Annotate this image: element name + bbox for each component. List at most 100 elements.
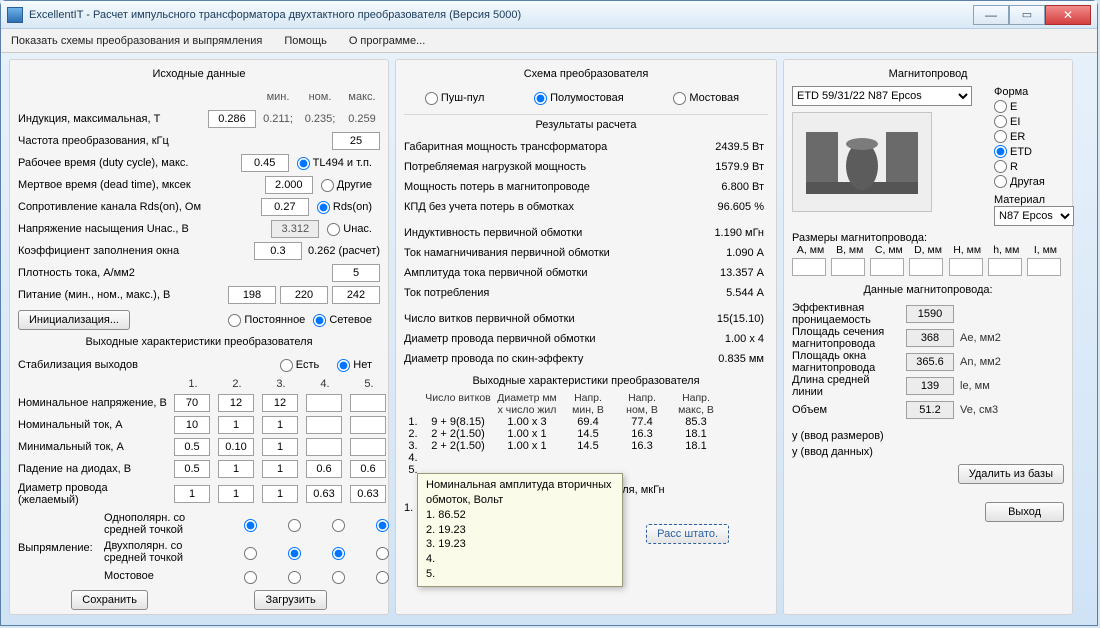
half-bridge-radio[interactable]: [534, 92, 547, 105]
imin-4[interactable]: [306, 438, 342, 456]
window-minimize-button[interactable]: [973, 5, 1009, 25]
add-by-dims[interactable]: у (ввод размеров): [792, 428, 1064, 444]
an-unit: An, мм2: [960, 356, 1001, 368]
other-chip-radio[interactable]: [321, 179, 334, 192]
res-iamp-label: Амплитуда тока первичной обмотки: [404, 267, 688, 279]
jdens-label: Плотность тока, А/мм2: [18, 267, 332, 279]
rect3-4[interactable]: [376, 571, 389, 584]
dwire-5[interactable]: [350, 485, 386, 503]
shape-r-radio[interactable]: [994, 160, 1007, 173]
shape-other-radio[interactable]: [994, 175, 1007, 188]
save-button[interactable]: Сохранить: [71, 590, 148, 610]
add-by-data[interactable]: у (ввод данных): [792, 444, 1064, 460]
delete-from-db-button[interactable]: Удалить из базы: [958, 464, 1064, 484]
tooltip-line-4: 4.: [426, 552, 614, 567]
rect3-3[interactable]: [332, 571, 345, 584]
stab-no-radio[interactable]: [337, 359, 350, 372]
vnom-5[interactable]: [350, 394, 386, 412]
stab-yes-radio[interactable]: [280, 359, 293, 372]
rect1-3[interactable]: [332, 519, 345, 532]
rect3-2[interactable]: [288, 571, 301, 584]
dim-i[interactable]: [1027, 258, 1061, 276]
freq-input[interactable]: [332, 132, 380, 150]
unas-label: Напряжение насыщения Uнас., В: [18, 223, 271, 235]
core-select[interactable]: ETD 59/31/22 N87 Epcos: [792, 86, 972, 106]
rect2-3[interactable]: [332, 547, 345, 560]
menu-about[interactable]: О программе...: [349, 35, 425, 47]
rect3-1[interactable]: [244, 571, 257, 584]
calc-hidden-button[interactable]: Расc штато.: [646, 524, 729, 544]
shape-e-radio[interactable]: [994, 100, 1007, 113]
rds-input[interactable]: [261, 198, 309, 216]
vnom-1[interactable]: [174, 394, 210, 412]
load-button[interactable]: Загрузить: [254, 590, 326, 610]
tl494-radio[interactable]: [297, 157, 310, 170]
rect2-4[interactable]: [376, 547, 389, 560]
supply-nom-input[interactable]: [280, 286, 328, 304]
shape-ei-radio[interactable]: [994, 115, 1007, 128]
vdrop-1[interactable]: [174, 460, 210, 478]
window-close-button[interactable]: [1045, 5, 1091, 25]
material-select[interactable]: N87 Epcos: [994, 206, 1074, 226]
init-button[interactable]: Инициализация...: [18, 310, 130, 330]
window-maximize-button[interactable]: [1009, 5, 1045, 25]
full-bridge-radio[interactable]: [673, 92, 686, 105]
rect2-1[interactable]: [244, 547, 257, 560]
ac-radio[interactable]: [313, 314, 326, 327]
le-unit: le, мм: [960, 380, 990, 392]
rect1-2[interactable]: [288, 519, 301, 532]
shape-er-radio[interactable]: [994, 130, 1007, 143]
le-label: Длина средней линии: [792, 374, 902, 398]
vnom-4[interactable]: [306, 394, 342, 412]
res-turns-val: 15(15.10): [688, 313, 768, 325]
rds-radio[interactable]: [317, 201, 330, 214]
dim-b[interactable]: [831, 258, 865, 276]
induction-input[interactable]: [208, 110, 256, 128]
fill-input[interactable]: [254, 242, 302, 260]
dc-radio[interactable]: [228, 314, 241, 327]
inom-4[interactable]: [306, 416, 342, 434]
inom-1[interactable]: [174, 416, 210, 434]
inom-label: Номинальный ток, А: [18, 419, 168, 431]
dim-c[interactable]: [870, 258, 904, 276]
inom-3[interactable]: [262, 416, 298, 434]
dwire-1[interactable]: [174, 485, 210, 503]
inom-5[interactable]: [350, 416, 386, 434]
menu-schemes[interactable]: Показать схемы преобразования и выпрямле…: [11, 35, 262, 47]
dead-label: Мертвое время (dead time), мксек: [18, 179, 265, 191]
jdens-input[interactable]: [332, 264, 380, 282]
vdrop-4[interactable]: [306, 460, 342, 478]
dwire-2[interactable]: [218, 485, 254, 503]
dim-d[interactable]: [909, 258, 943, 276]
vdrop-3[interactable]: [262, 460, 298, 478]
dead-input[interactable]: [265, 176, 313, 194]
imin-1[interactable]: [174, 438, 210, 456]
inom-2[interactable]: [218, 416, 254, 434]
dwire-3[interactable]: [262, 485, 298, 503]
exit-button[interactable]: Выход: [985, 502, 1064, 522]
supply-max-input[interactable]: [332, 286, 380, 304]
induction-label: Индукция, максимальная, Т: [18, 113, 208, 125]
rect1-4[interactable]: [376, 519, 389, 532]
imin-2[interactable]: [218, 438, 254, 456]
rect2-2[interactable]: [288, 547, 301, 560]
rect1-1[interactable]: [244, 519, 257, 532]
res-turns-label: Число витков первичной обмотки: [404, 313, 688, 325]
dim-a[interactable]: [792, 258, 826, 276]
vnom-2[interactable]: [218, 394, 254, 412]
dwire-4[interactable]: [306, 485, 342, 503]
shape-etd-radio[interactable]: [994, 145, 1007, 158]
vdrop-2[interactable]: [218, 460, 254, 478]
imin-5[interactable]: [350, 438, 386, 456]
push-pull-radio[interactable]: [425, 92, 438, 105]
imin-3[interactable]: [262, 438, 298, 456]
dim-h[interactable]: [988, 258, 1022, 276]
unas-radio[interactable]: [327, 223, 340, 236]
vnom-3[interactable]: [262, 394, 298, 412]
supply-min-input[interactable]: [228, 286, 276, 304]
vdrop-5[interactable]: [350, 460, 386, 478]
tooltip-line-5: 5.: [426, 567, 614, 582]
dim-H[interactable]: [949, 258, 983, 276]
menu-help[interactable]: Помощь: [284, 35, 327, 47]
duty-input[interactable]: [241, 154, 289, 172]
